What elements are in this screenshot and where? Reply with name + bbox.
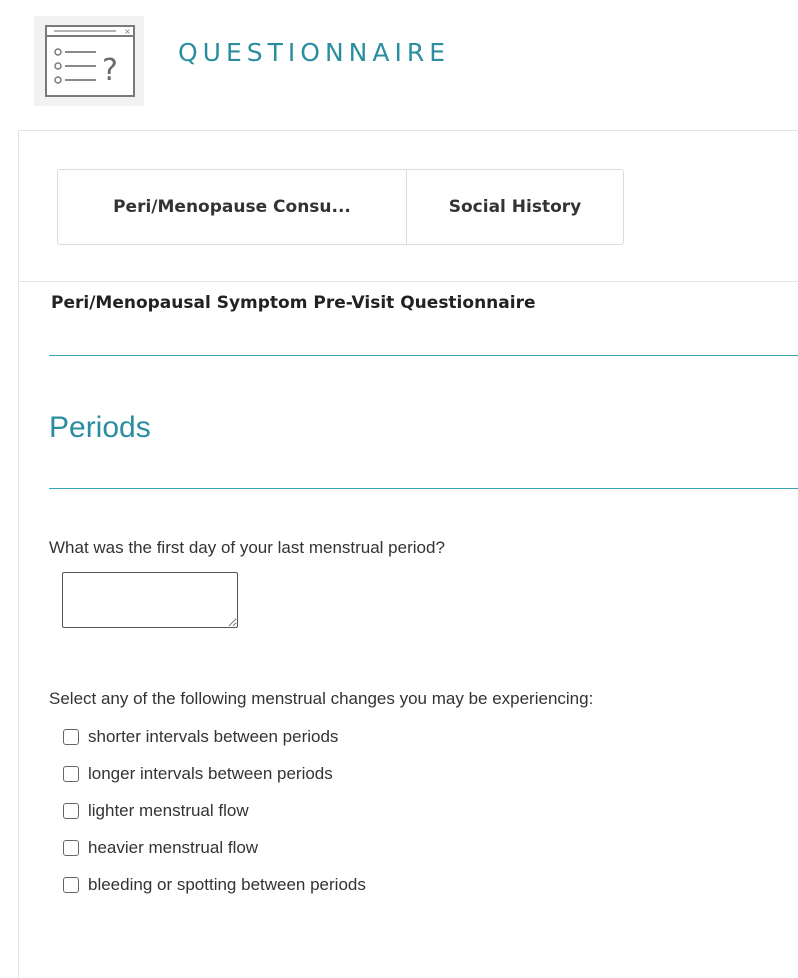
option-shorter-intervals[interactable]: shorter intervals between periods bbox=[63, 718, 366, 755]
checkbox[interactable] bbox=[63, 802, 79, 819]
questionnaire-panel: Peri/Menopause Consu... Social History P… bbox=[18, 130, 798, 978]
header: × ? QUESTIONNAIRE bbox=[0, 0, 798, 110]
tab-bar: Peri/Menopause Consu... Social History bbox=[57, 169, 624, 245]
questionnaire-icon: × ? bbox=[45, 25, 135, 97]
section-divider-top bbox=[49, 355, 798, 356]
tab-peri-menopause-consult[interactable]: Peri/Menopause Consu... bbox=[58, 170, 407, 244]
checkbox[interactable] bbox=[63, 728, 79, 745]
tabs-divider bbox=[19, 281, 798, 282]
option-bleeding-between-periods[interactable]: bleeding or spotting between periods bbox=[63, 866, 366, 903]
questionnaire-icon-box: × ? bbox=[34, 16, 144, 106]
section-heading: Periods bbox=[49, 411, 151, 444]
menstrual-changes-options: shorter intervals between periods longer… bbox=[63, 718, 366, 903]
option-label: bleeding or spotting between periods bbox=[88, 874, 366, 894]
option-lighter-flow[interactable]: lighter menstrual flow bbox=[63, 792, 366, 829]
svg-text:×: × bbox=[124, 27, 131, 36]
option-heavier-flow[interactable]: heavier menstrual flow bbox=[63, 829, 366, 866]
form-title: Peri/Menopausal Symptom Pre-Visit Questi… bbox=[51, 293, 536, 313]
checkbox[interactable] bbox=[63, 839, 79, 856]
svg-text:?: ? bbox=[102, 53, 118, 88]
question-menstrual-changes-label: Select any of the following menstrual ch… bbox=[49, 689, 594, 708]
question-last-period-label: What was the first day of your last mens… bbox=[49, 538, 445, 557]
section-divider-bottom bbox=[49, 488, 798, 489]
option-label: heavier menstrual flow bbox=[88, 837, 259, 857]
option-longer-intervals[interactable]: longer intervals between periods bbox=[63, 755, 366, 792]
option-label: longer intervals between periods bbox=[88, 763, 333, 783]
option-label: lighter menstrual flow bbox=[88, 800, 249, 820]
last-period-input[interactable] bbox=[62, 572, 238, 628]
page: × ? QUESTIONNAIRE Peri/Menopause Consu..… bbox=[0, 0, 798, 978]
tab-social-history[interactable]: Social History bbox=[407, 170, 623, 244]
option-label: shorter intervals between periods bbox=[88, 726, 339, 746]
checkbox[interactable] bbox=[63, 876, 79, 893]
page-title: QUESTIONNAIRE bbox=[178, 38, 451, 67]
checkbox[interactable] bbox=[63, 765, 79, 782]
